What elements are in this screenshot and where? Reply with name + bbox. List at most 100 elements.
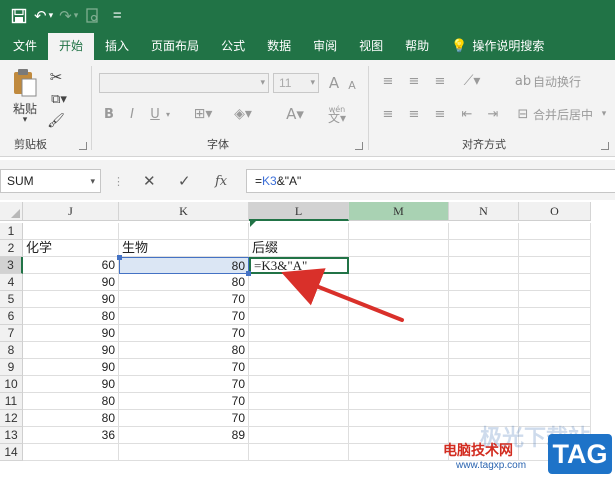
merge-center-icon[interactable]: ⊟ (514, 104, 532, 124)
font-name-select[interactable]: ▾ (99, 73, 269, 93)
cell-n5[interactable] (449, 291, 519, 308)
decrease-indent-icon[interactable]: ⇤ (457, 104, 477, 124)
paste-button[interactable]: 粘贴 (10, 100, 40, 116)
cell-l11[interactable] (249, 393, 349, 410)
column-header-l[interactable]: L (249, 202, 349, 221)
font-launcher-icon[interactable] (355, 142, 363, 150)
cell-j1[interactable] (23, 223, 119, 240)
cell-m13[interactable] (349, 427, 449, 444)
tab-data[interactable]: 数据 (256, 33, 302, 60)
align-bottom-icon[interactable]: ≡ (430, 71, 450, 91)
tab-file[interactable]: 文件 (2, 33, 48, 60)
cell-k14[interactable] (119, 444, 249, 461)
cell-l14[interactable] (249, 444, 349, 461)
format-painter-icon[interactable]: 🖌 (47, 112, 65, 130)
paste-dropdown-icon[interactable]: ▾ (18, 115, 32, 125)
cell-k4[interactable]: 80 (119, 274, 249, 291)
reference-handle[interactable] (246, 271, 251, 276)
cell-k1[interactable] (119, 223, 249, 240)
cell-m10[interactable] (349, 376, 449, 393)
cell-n9[interactable] (449, 359, 519, 376)
row-header-13[interactable]: 13 (0, 427, 23, 444)
cell-j14[interactable] (23, 444, 119, 461)
font-color-icon[interactable]: A▾ (282, 104, 308, 124)
column-header-k[interactable]: K (119, 202, 249, 221)
tab-review[interactable]: 审阅 (302, 33, 348, 60)
cell-l5[interactable] (249, 291, 349, 308)
shrink-font-icon[interactable]: A (345, 76, 359, 94)
row-header-10[interactable]: 10 (0, 376, 23, 393)
cell-n11[interactable] (449, 393, 519, 410)
cancel-icon[interactable]: ✕ (143, 169, 156, 193)
cell-m8[interactable] (349, 342, 449, 359)
align-right-icon[interactable]: ≡ (430, 104, 450, 124)
borders-icon[interactable]: ⊞▾ (190, 104, 216, 124)
cell-m6[interactable] (349, 308, 449, 325)
row-header-3[interactable]: 3 (0, 257, 23, 274)
row-header-8[interactable]: 8 (0, 342, 23, 359)
print-preview-icon[interactable] (84, 5, 102, 27)
cell-m2[interactable] (349, 240, 449, 257)
column-header-o[interactable]: O (519, 202, 591, 221)
cell-j8[interactable]: 90 (23, 342, 119, 359)
cell-m1[interactable] (349, 223, 449, 240)
italic-button[interactable]: I (124, 104, 140, 124)
tab-page-layout[interactable]: 页面布局 (140, 33, 210, 60)
tab-tell-me[interactable]: 💡 操作说明搜索 (440, 33, 555, 60)
row-header-7[interactable]: 7 (0, 325, 23, 342)
merge-center-button[interactable]: 合并后居中 (533, 104, 597, 124)
paste-icon[interactable] (12, 68, 38, 98)
cell-n10[interactable] (449, 376, 519, 393)
cell-k12[interactable]: 70 (119, 410, 249, 427)
name-box[interactable]: SUM ▾ (0, 169, 101, 193)
cell-n3[interactable] (449, 257, 519, 274)
column-header-j[interactable]: J (23, 202, 119, 221)
underline-button[interactable]: U (147, 104, 163, 124)
customize-quick-access-icon[interactable]: = (108, 5, 126, 27)
column-header-n[interactable]: N (449, 202, 519, 221)
select-all-button[interactable] (0, 202, 23, 221)
row-header-9[interactable]: 9 (0, 359, 23, 376)
cell-n7[interactable] (449, 325, 519, 342)
cell-l1[interactable] (249, 223, 349, 240)
cell-j3[interactable]: 60 (23, 257, 119, 274)
cell-k3[interactable]: 80 (119, 257, 249, 274)
cell-o7[interactable] (519, 325, 591, 342)
cell-o9[interactable] (519, 359, 591, 376)
phonetic-guide-icon[interactable]: wén 文▾ (322, 103, 352, 125)
align-middle-icon[interactable]: ≡ (404, 71, 424, 91)
cell-l7[interactable] (249, 325, 349, 342)
row-header-6[interactable]: 6 (0, 308, 23, 325)
orientation-icon[interactable]: ⟋▾ (458, 71, 486, 91)
cell-j6[interactable]: 80 (23, 308, 119, 325)
enter-icon[interactable]: ✓ (178, 169, 191, 193)
cut-icon[interactable]: ✂ (47, 68, 65, 86)
fill-color-icon[interactable]: ◈▾ (230, 104, 256, 124)
tab-home[interactable]: 开始 (48, 33, 95, 60)
row-header-14[interactable]: 14 (0, 444, 23, 461)
cell-o6[interactable] (519, 308, 591, 325)
cell-l13[interactable] (249, 427, 349, 444)
cell-n4[interactable] (449, 274, 519, 291)
redo-icon[interactable]: ↷ ▾ (59, 5, 78, 27)
align-top-icon[interactable]: ≡ (378, 71, 398, 91)
cell-j2[interactable]: 化学 (23, 240, 119, 257)
tab-help[interactable]: 帮助 (394, 33, 440, 60)
cell-l4[interactable] (249, 274, 349, 291)
undo-icon[interactable]: ↶ ▾ (34, 5, 53, 27)
row-header-4[interactable]: 4 (0, 274, 23, 291)
cell-o5[interactable] (519, 291, 591, 308)
cell-j4[interactable]: 90 (23, 274, 119, 291)
copy-icon[interactable]: ⧉▾ (47, 90, 71, 108)
cell-o11[interactable] (519, 393, 591, 410)
cell-l6[interactable] (249, 308, 349, 325)
cell-k10[interactable]: 70 (119, 376, 249, 393)
wrap-text-button[interactable]: 自动换行 (533, 71, 583, 91)
bold-button[interactable]: B (101, 104, 117, 124)
cell-j5[interactable]: 90 (23, 291, 119, 308)
cell-j9[interactable]: 90 (23, 359, 119, 376)
cell-m5[interactable] (349, 291, 449, 308)
align-left-icon[interactable]: ≡ (378, 104, 398, 124)
cell-l10[interactable] (249, 376, 349, 393)
wrap-text-icon[interactable]: ab (514, 71, 532, 91)
